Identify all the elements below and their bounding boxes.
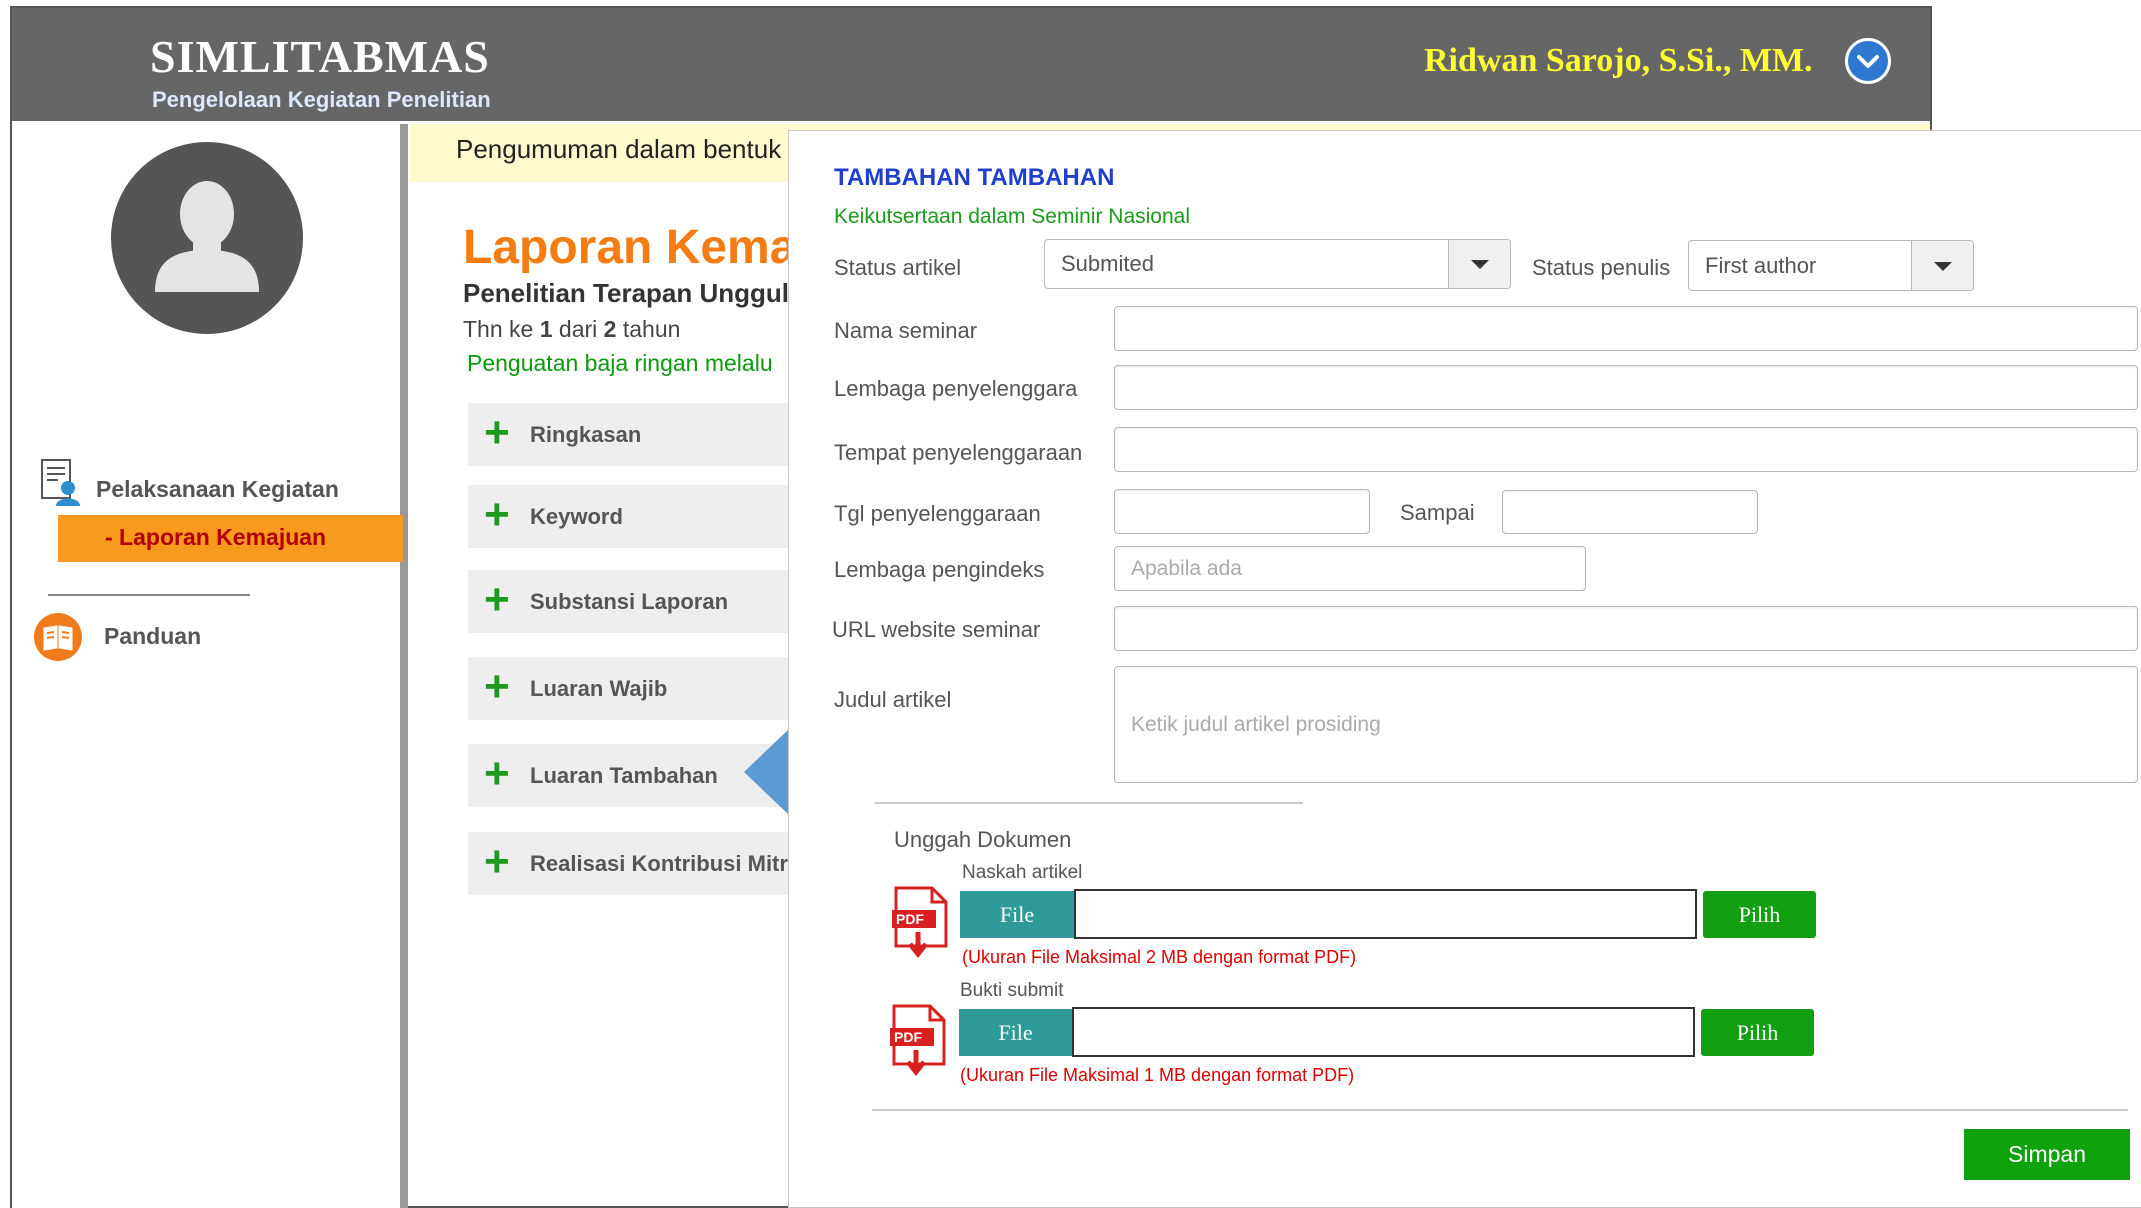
status-artikel-value: Submited [1061,251,1154,276]
app-subtitle: Pengelolaan Kegiatan Penelitian [152,87,491,112]
naskah-file-input[interactable] [1074,889,1697,939]
judul-artikel-textarea[interactable]: Ketik judul artikel prosiding [1114,666,2138,783]
page-subtitle: Penelitian Terapan Unggul [463,278,790,308]
dialog-title: TAMBAHAN TAMBAHAN [834,164,1115,191]
sidebar-item-panduan[interactable]: Panduan [104,623,201,650]
judul-artikel-placeholder: Ketik judul artikel prosiding [1131,713,1381,736]
sidebar-divider [400,124,408,1208]
lembaga-penyelenggara-input[interactable] [1114,365,2138,410]
announcement-text: Pengumuman dalam bentuk [456,134,782,164]
pick-button[interactable]: Pilih [1703,891,1816,938]
year-total: 2 [603,316,617,342]
upload-heading: Unggah Dokumen [894,827,1072,852]
naskah-size-note: (Ukuran File Maksimal 2 MB dengan format… [962,947,1357,967]
accordion-label: Luaran Wajib [530,676,668,701]
bukti-submit-label: Bukti submit [960,980,1064,1001]
page-title: Laporan Kemaj [463,221,810,274]
file-button[interactable]: File [960,891,1074,938]
accordion-label: Ringkasan [530,422,642,447]
accordion-luaran-wajib[interactable]: + Luaran Wajib [468,657,798,720]
plus-icon: + [484,662,510,711]
app-title: SIMLITABMAS [150,31,490,82]
url-input[interactable] [1114,606,2138,651]
footer-divider [872,1109,2128,1111]
callout-arrow [744,728,790,816]
avatar [111,142,303,334]
status-penulis-select[interactable]: First author [1688,240,1974,291]
chevron-down-icon[interactable] [1845,38,1891,84]
accordion-substansi-laporan[interactable]: + Substansi Laporan [468,570,798,633]
lembaga-pengindeks-label: Lembaga pengindeks [834,557,1045,582]
pdf-icon-text: PDF [896,911,924,927]
pdf-icon-text: PDF [894,1029,922,1045]
accordion-label: Luaran Tambahan [530,763,718,788]
accordion-keyword[interactable]: + Keyword [468,485,798,548]
year-current: 1 [539,316,553,342]
nama-seminar-input[interactable] [1114,306,2138,351]
dialog-subtitle: Keikutsertaan dalam Seminir Nasional [834,205,1191,228]
book-icon [34,613,82,661]
url-label: URL website seminar [832,617,1041,642]
file-button[interactable]: File [959,1009,1072,1056]
tgl-sampai-input[interactable] [1502,490,1758,534]
section-divider [875,802,1303,804]
sidebar-divider-line [48,594,250,596]
tempat-penyelenggaraan-label: Tempat penyelenggaraan [834,440,1083,465]
plus-icon: + [484,408,510,457]
sampai-label: Sampai [1400,500,1475,525]
year-prefix: Thn ke [463,316,540,342]
lembaga-penyelenggara-label: Lembaga penyelenggara [834,376,1078,401]
accordion-realisasi-kontribusi[interactable]: + Realisasi Kontribusi Mitr [468,832,798,895]
year-info: Thn ke 1 dari 2 tahun [463,316,680,343]
year-mid: dari [552,316,604,342]
pdf-icon: PDF [890,1004,948,1078]
naskah-artikel-label: Naskah artikel [962,862,1083,883]
pdf-icon: PDF [892,886,950,960]
tempat-penyelenggaraan-input[interactable] [1114,427,2138,472]
judul-artikel-label: Judul artikel [834,687,952,712]
tgl-penyelenggaraan-label: Tgl penyelenggaraan [834,501,1041,526]
dropdown-caret-icon[interactable] [1911,241,1973,290]
save-button[interactable]: Simpan [1964,1129,2130,1180]
lembaga-pengindeks-placeholder: Apabila ada [1131,557,1242,580]
bukti-size-note: (Ukuran File Maksimal 1 MB dengan format… [960,1065,1355,1085]
tgl-mulai-input[interactable] [1114,489,1370,534]
accordion-label: Keyword [530,504,623,529]
accordion-label: Realisasi Kontribusi Mitr [530,851,788,876]
status-penulis-label: Status penulis [1532,255,1671,280]
report-icon [38,458,82,508]
plus-icon: + [484,575,510,624]
lembaga-pengindeks-input[interactable]: Apabila ada [1114,546,1586,591]
accordion-label: Substansi Laporan [530,589,729,614]
sidebar-item-laporan-kemajuan-label: - Laporan Kemajuan [105,524,327,550]
bukti-file-input[interactable] [1072,1007,1695,1057]
status-penulis-value: First author [1705,253,1817,278]
plus-icon: + [484,490,510,539]
status-artikel-select[interactable]: Submited [1044,239,1511,289]
nama-seminar-label: Nama seminar [834,318,978,343]
user-silhouette-icon [155,181,259,292]
research-title: Penguatan baja ringan melalu [467,350,773,376]
status-artikel-label: Status artikel [834,255,962,280]
plus-icon: + [484,749,510,798]
sidebar-item-pelaksanaan-kegiatan[interactable]: Pelaksanaan Kegiatan [96,476,339,503]
pick-button[interactable]: Pilih [1701,1009,1814,1056]
dropdown-caret-icon[interactable] [1448,240,1510,288]
accordion-ringkasan[interactable]: + Ringkasan [468,403,798,466]
plus-icon: + [484,837,510,886]
user-name[interactable]: Ridwan Sarojo, S.Si., MM. [1424,42,1813,80]
year-suffix: tahun [616,316,681,342]
